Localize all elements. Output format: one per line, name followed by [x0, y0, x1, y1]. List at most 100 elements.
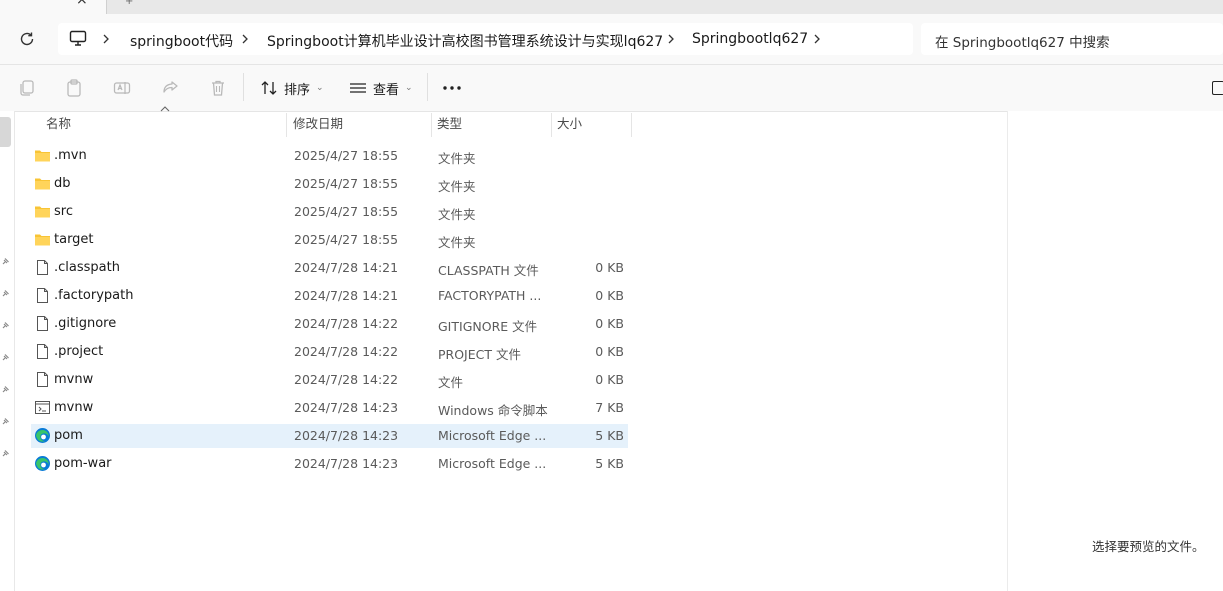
file-date: 2024/7/28 14:23	[294, 428, 399, 443]
pin-icon	[2, 258, 9, 265]
nav-scrollbar[interactable]	[0, 117, 11, 147]
file-size: 0 KB	[595, 288, 624, 303]
chevron-down-icon: ⌄	[316, 83, 324, 93]
address-bar[interactable]: springboot代码 Springboot计算机毕业设计高校图书管理系统设计…	[58, 23, 913, 55]
toolbar-divider	[427, 73, 428, 101]
file-row[interactable]: mvnw 2024/7/28 14:22 文件 0 KB	[31, 368, 628, 392]
search-input[interactable]: 在 Springbootlq627 中搜索	[921, 23, 1223, 55]
file-size: 0 KB	[595, 316, 624, 331]
file-row[interactable]: db 2025/4/27 18:55 文件夹	[31, 172, 628, 196]
paste-icon[interactable]	[64, 78, 84, 98]
file-date: 2025/4/27 18:55	[294, 148, 399, 163]
file-type: Microsoft Edge ...	[438, 428, 547, 443]
column-header-size[interactable]: 大小	[557, 111, 631, 137]
file-date: 2025/4/27 18:55	[294, 232, 399, 247]
file-icon	[34, 315, 51, 332]
column-divider[interactable]	[551, 113, 552, 137]
file-size: 7 KB	[595, 400, 624, 415]
file-name: .mvn	[54, 148, 87, 163]
details-pane-icon[interactable]	[1212, 81, 1223, 95]
file-name: mvnw	[54, 372, 94, 387]
column-header-type[interactable]: 类型	[437, 111, 551, 137]
breadcrumb-chevron-icon[interactable]	[666, 32, 676, 46]
file-row[interactable]: .mvn 2025/4/27 18:55 文件夹	[31, 144, 628, 168]
rename-icon[interactable]	[112, 78, 132, 98]
view-button[interactable]: 查看 ⌄	[349, 74, 413, 102]
refresh-icon[interactable]	[17, 29, 37, 49]
this-pc-icon[interactable]	[69, 29, 87, 47]
chevron-down-icon: ⌄	[405, 83, 413, 93]
toolbar-divider	[243, 73, 244, 101]
breadcrumb-item[interactable]: springboot代码	[130, 31, 233, 51]
tab-close-button[interactable]: ×	[76, 0, 88, 7]
file-date: 2024/7/28 14:21	[294, 288, 399, 303]
new-tab-button[interactable]: +	[125, 0, 133, 7]
file-row[interactable]: pom-war 2024/7/28 14:23 Microsoft Edge ...…	[31, 452, 628, 476]
pin-icon	[2, 290, 9, 297]
breadcrumb-chevron-icon[interactable]	[812, 32, 822, 46]
navigation-pane	[0, 111, 15, 591]
column-divider[interactable]	[631, 113, 632, 137]
pin-icon	[2, 354, 9, 361]
folder-icon	[34, 231, 51, 248]
file-name: .factorypath	[54, 288, 134, 303]
file-row[interactable]: .classpath 2024/7/28 14:21 CLASSPATH 文件 0 K…	[31, 256, 628, 280]
file-row[interactable]: .project 2024/7/28 14:22 PROJECT 文件 0 KB	[31, 340, 628, 364]
file-date: 2024/7/28 14:23	[294, 400, 399, 415]
breadcrumb-item[interactable]: Springbootlq627	[692, 31, 808, 47]
file-type: 文件	[438, 375, 464, 390]
file-type: PROJECT 文件	[438, 347, 521, 362]
pin-icon	[2, 322, 9, 329]
file-date: 2024/7/28 14:21	[294, 260, 399, 275]
file-list: 名称 修改日期 类型 大小 .mvn 2025/4/27 18:55 文件夹 db 20…	[15, 106, 1007, 591]
tab-strip: × +	[0, 0, 1223, 14]
more-options-icon[interactable]	[440, 76, 464, 100]
column-header-date[interactable]: 修改日期	[293, 111, 431, 137]
column-divider[interactable]	[286, 113, 287, 137]
file-type: 文件夹	[438, 179, 476, 194]
share-icon[interactable]	[160, 78, 180, 98]
file-type: FACTORYPATH ...	[438, 288, 542, 303]
file-name: db	[54, 176, 71, 191]
file-type: Microsoft Edge ...	[438, 456, 547, 471]
script-icon	[34, 399, 51, 416]
file-name: .classpath	[54, 260, 120, 275]
file-row[interactable]: target 2025/4/27 18:55 文件夹	[31, 228, 628, 252]
delete-icon[interactable]	[208, 78, 228, 98]
file-row[interactable]: .factorypath 2024/7/28 14:21 FACTORYPATH .…	[31, 284, 628, 308]
sort-button[interactable]: 排序 ⌄	[260, 74, 324, 102]
pin-icon	[2, 386, 9, 393]
column-divider[interactable]	[431, 113, 432, 137]
file-size: 0 KB	[595, 344, 624, 359]
view-list-icon	[350, 83, 366, 93]
file-date: 2024/7/28 14:22	[294, 316, 399, 331]
search-placeholder: 在 Springbootlq627 中搜索	[935, 35, 1110, 51]
file-type: GITIGNORE 文件	[438, 319, 538, 334]
file-type: 文件夹	[438, 207, 476, 222]
file-date: 2025/4/27 18:55	[294, 204, 399, 219]
tab-current[interactable]: ×	[0, 0, 106, 14]
file-row[interactable]: pom 2024/7/28 14:23 Microsoft Edge ... 5 KB	[31, 424, 628, 448]
tab-strip-empty: +	[106, 0, 1223, 14]
breadcrumb-chevron-icon[interactable]	[240, 32, 250, 46]
pin-icon	[2, 418, 9, 425]
folder-icon	[34, 175, 51, 192]
breadcrumb-item[interactable]: Springboot计算机毕业设计高校图书管理系统设计与实现lq627	[267, 31, 663, 51]
file-icon	[34, 259, 51, 276]
file-row[interactable]: src 2025/4/27 18:55 文件夹	[31, 200, 628, 224]
column-header-name[interactable]: 名称	[46, 111, 286, 137]
file-date: 2025/4/27 18:55	[294, 176, 399, 191]
file-row[interactable]: .gitignore 2024/7/28 14:22 GITIGNORE 文件 0 K…	[31, 312, 628, 336]
sort-label: 排序	[284, 82, 311, 98]
pin-icon	[2, 450, 9, 457]
folder-icon	[34, 147, 51, 164]
file-size: 5 KB	[595, 456, 624, 471]
file-name: .project	[54, 344, 104, 359]
file-icon	[34, 287, 51, 304]
file-icon	[34, 343, 51, 360]
breadcrumb-chevron-icon[interactable]	[101, 32, 111, 46]
file-row[interactable]: mvnw 2024/7/28 14:23 Windows 命令脚本 7 KB	[31, 396, 628, 420]
copy-icon[interactable]	[17, 78, 37, 98]
file-date: 2024/7/28 14:22	[294, 372, 399, 387]
sort-icon	[261, 81, 277, 95]
